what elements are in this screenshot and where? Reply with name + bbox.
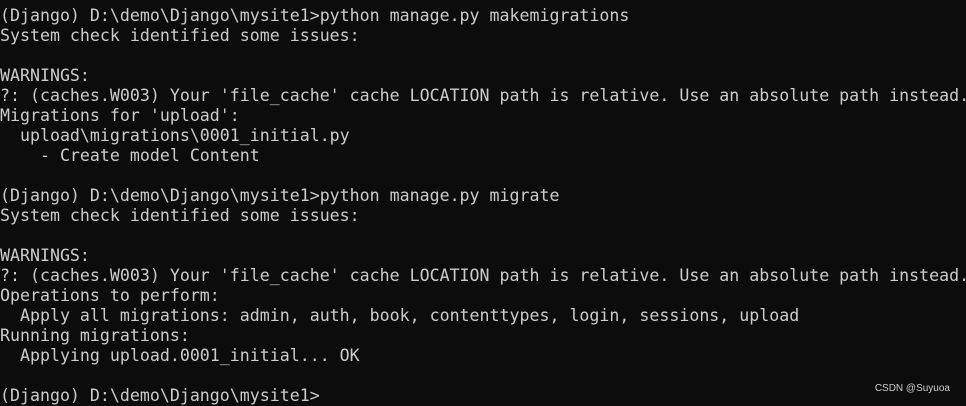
terminal-line-migration-file: upload\migrations\0001_initial.py <box>0 126 350 145</box>
terminal-line-apply-migrations: Apply all migrations: admin, auth, book,… <box>0 306 800 325</box>
terminal-line-prompt[interactable]: (Django) D:\demo\Django\mysite1> <box>0 386 966 406</box>
terminal-line-migrations-for: Migrations for 'upload': <box>0 106 240 125</box>
terminal-line-system-check: System check identified some issues: <box>0 206 360 225</box>
terminal-line-warning-message: ?: (caches.W003) Your 'file_cache' cache… <box>0 86 966 105</box>
terminal-line-warnings-heading: WARNINGS: <box>0 246 90 265</box>
terminal-line-create-model: - Create model Content <box>0 146 260 165</box>
terminal-line-system-check: System check identified some issues: <box>0 26 360 45</box>
watermark-text: CSDN @Suyuoa <box>874 383 950 394</box>
terminal-line-command-migrate: (Django) D:\demo\Django\mysite1>python m… <box>0 186 560 205</box>
terminal-line-warning-message: ?: (caches.W003) Your 'file_cache' cache… <box>0 266 966 285</box>
terminal-window[interactable]: (Django) D:\demo\Django\mysite1>python m… <box>0 0 966 406</box>
terminal-line-operations-heading: Operations to perform: <box>0 286 220 305</box>
terminal-line-running-migrations: Running migrations: <box>0 326 190 345</box>
terminal-line-applying-status: Applying upload.0001_initial... OK <box>0 346 360 365</box>
terminal-line-command-makemigrations: (Django) D:\demo\Django\mysite1>python m… <box>0 6 630 25</box>
terminal-line-warnings-heading: WARNINGS: <box>0 66 90 85</box>
